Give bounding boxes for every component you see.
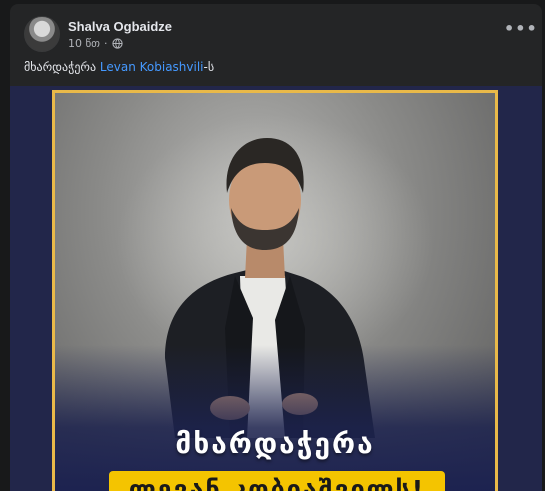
mention-link[interactable]: Levan Kobiashvili xyxy=(100,60,204,74)
meta-separator: · xyxy=(104,37,108,50)
poster-banner-text: ლევან კობიაშვილს! xyxy=(128,475,426,491)
more-options-icon[interactable]: ••• xyxy=(504,21,537,42)
post-image[interactable]: მხარდაჭერა ლევან კობიაშვილს! xyxy=(10,86,542,491)
poster-gradient-overlay xyxy=(55,345,495,491)
facebook-post: Shalva Ogbaidze 10 წთ · ••• მხარდაჭერა L… xyxy=(10,4,542,491)
author-avatar[interactable] xyxy=(24,16,60,52)
poster-banner: ლევან კობიაშვილს! xyxy=(109,471,445,491)
post-meta: 10 წთ · xyxy=(68,37,123,50)
poster-headline: მხარდაჭერა xyxy=(175,427,375,460)
globe-icon[interactable] xyxy=(111,38,123,49)
post-caption: მხარდაჭერა Levan Kobiashvili-ს xyxy=(24,60,214,74)
author-name[interactable]: Shalva Ogbaidze xyxy=(68,19,172,34)
post-timestamp[interactable]: 10 წთ xyxy=(68,37,100,50)
poster-frame: მხარდაჭერა ლევან კობიაშვილს! xyxy=(52,90,498,491)
caption-prefix: მხარდაჭერა xyxy=(24,60,100,74)
post-header: Shalva Ogbaidze 10 წთ · ••• xyxy=(24,14,537,54)
caption-suffix: -ს xyxy=(203,60,215,74)
